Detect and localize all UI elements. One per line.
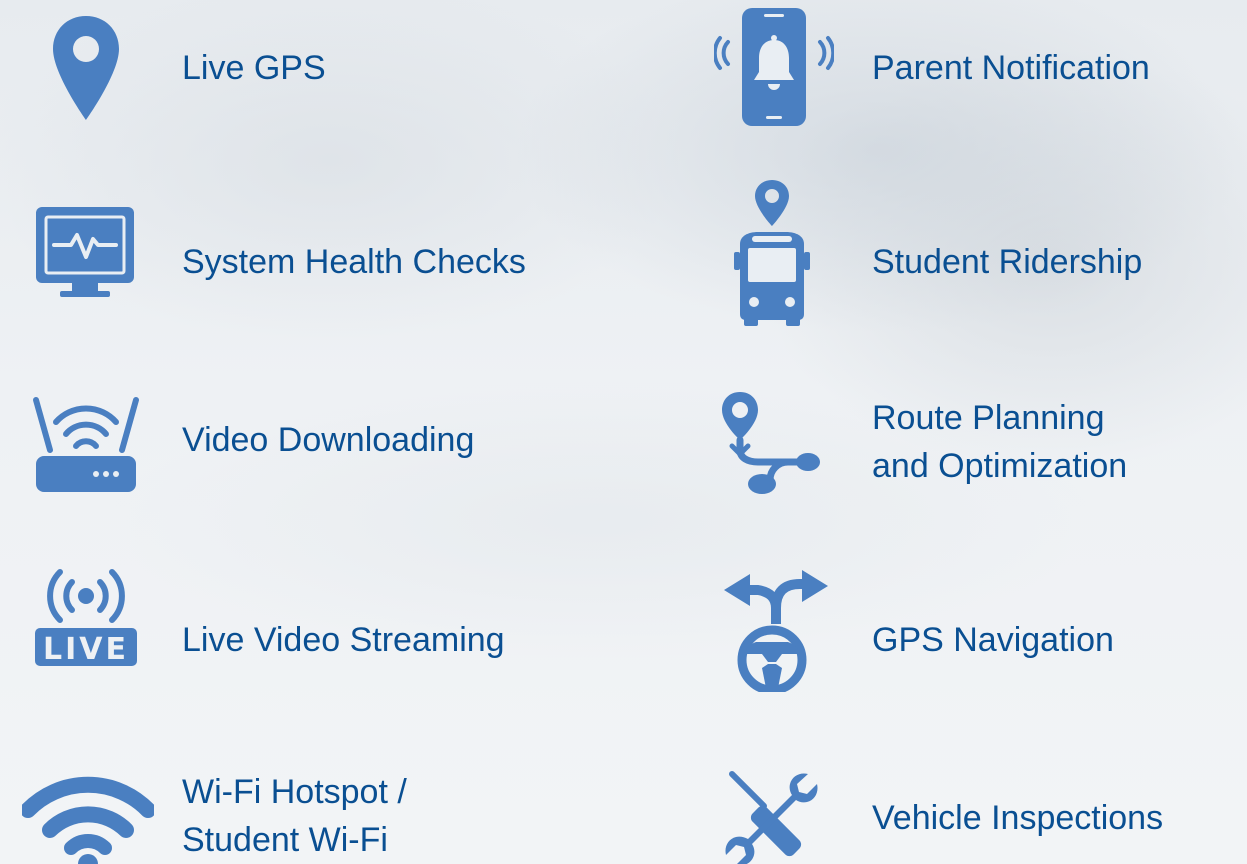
label-line: Wi-Fi Hotspot / (182, 773, 407, 811)
wifi-router-icon (32, 388, 140, 496)
feature-label-wifi-hotspot: Wi-Fi Hotspot / Student Wi-Fi (182, 768, 407, 864)
bus-pin-icon (722, 178, 822, 328)
feature-label-live-gps: Live GPS (182, 44, 326, 92)
feature-label-parent-notification: Parent Notification (872, 44, 1150, 92)
label-line: Vehicle Inspections (872, 799, 1164, 837)
feature-label-vehicle-inspections: Vehicle Inspections (872, 794, 1163, 842)
map-pin-icon (50, 14, 122, 122)
feature-grid: Live GPS System Health Checks Video Down… (0, 0, 1247, 864)
label-line: Video Downloading (182, 421, 475, 459)
monitor-heartbeat-icon (34, 205, 136, 299)
feature-label-route-planning: Route Planning and Optimization (872, 394, 1127, 490)
svg-text:LIVE: LIVE (43, 632, 129, 667)
label-line: Live GPS (182, 49, 326, 87)
label-line: Student Wi-Fi (182, 821, 388, 859)
wifi-icon (22, 770, 154, 864)
live-broadcast-icon: LIVE (33, 568, 139, 668)
label-line: Student Ridership (872, 243, 1143, 281)
feature-label-student-ridership: Student Ridership (872, 238, 1142, 286)
label-line: and Optimization (872, 447, 1128, 485)
label-line: Parent Notification (872, 49, 1150, 87)
feature-label-live-video: Live Video Streaming (182, 616, 505, 664)
label-line: System Health Checks (182, 243, 526, 281)
label-line: GPS Navigation (872, 621, 1114, 659)
steering-wheel-arrows-icon (718, 568, 830, 692)
tools-icon (722, 768, 828, 864)
phone-bell-icon (714, 6, 834, 128)
label-line: Live Video Streaming (182, 621, 505, 659)
feature-label-gps-navigation: GPS Navigation (872, 616, 1114, 664)
label-line: Route Planning (872, 399, 1105, 437)
feature-label-video-downloading: Video Downloading (182, 416, 474, 464)
feature-label-system-health: System Health Checks (182, 238, 526, 286)
route-icon (718, 388, 828, 498)
